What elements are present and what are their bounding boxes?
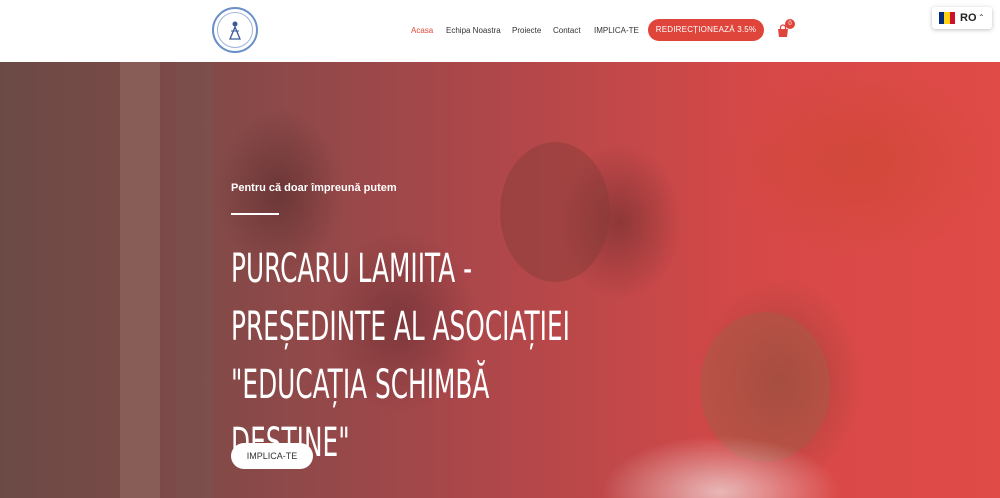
chevron-up-icon: ⌃ xyxy=(978,13,985,22)
hero-subtitle: Pentru că doar împreună putem xyxy=(231,182,397,194)
language-code: RO xyxy=(960,12,977,24)
redirect-button[interactable]: REDIRECȚIONEAZĂ 3.5% xyxy=(648,19,764,41)
romania-flag-icon xyxy=(939,12,955,24)
implica-te-button[interactable]: IMPLICA-TE xyxy=(231,443,313,469)
hero-section: Pentru că doar împreună putem Purcaru La… xyxy=(0,62,1000,498)
nav-item-acasa[interactable]: Acasa xyxy=(411,23,433,39)
hero-headline: Purcaru Lamiita - Președinte al asociați… xyxy=(231,246,570,466)
language-switcher[interactable]: RO ⌃ xyxy=(932,7,992,29)
nav-item-echipa-noastra[interactable]: Echipa Noastra xyxy=(446,23,501,39)
hero-divider xyxy=(231,213,279,215)
site-header: Acasa Echipa Noastra Proiecte Contact IM… xyxy=(0,0,1000,62)
hero-background-pillar xyxy=(176,62,214,498)
nav-item-implica-te[interactable]: IMPLICA-TE xyxy=(594,23,639,39)
nav-item-proiecte[interactable]: Proiecte xyxy=(512,23,541,39)
main-nav: Acasa Echipa Noastra Proiecte Contact IM… xyxy=(0,23,1000,39)
cart-count-badge: 0 xyxy=(785,19,795,29)
hero-background-figure xyxy=(560,392,890,498)
hero-background-pillar xyxy=(120,62,160,498)
nav-item-contact[interactable]: Contact xyxy=(553,23,581,39)
